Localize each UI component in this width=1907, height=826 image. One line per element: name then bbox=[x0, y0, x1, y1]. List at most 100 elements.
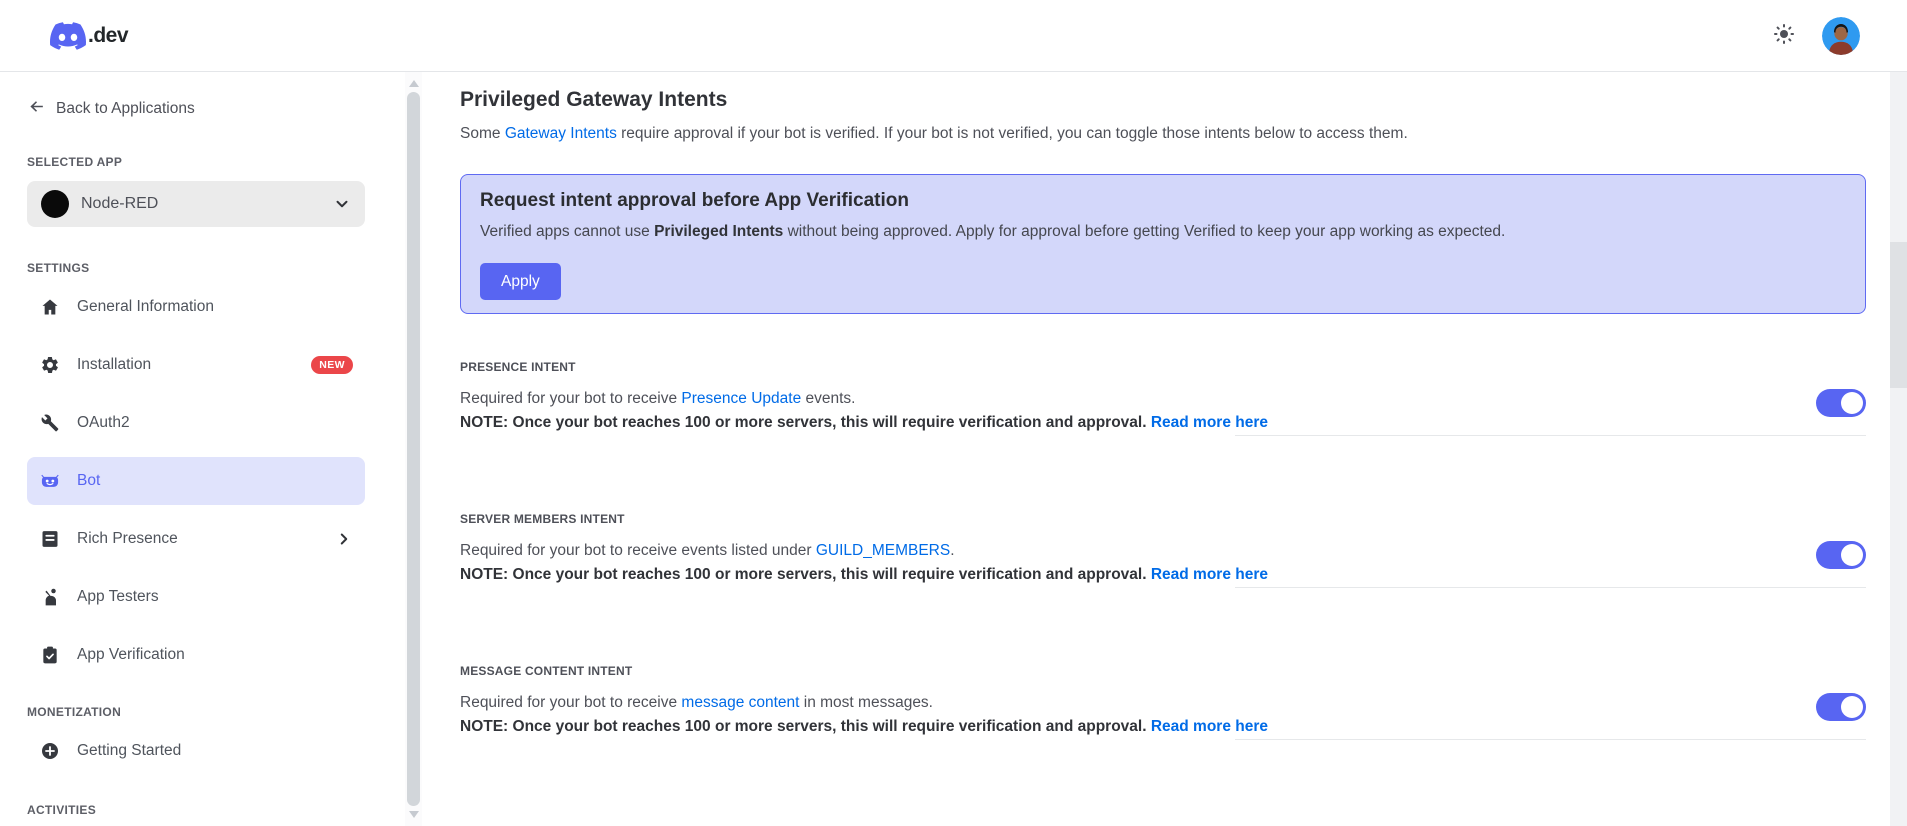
sidebar-scrollbar[interactable] bbox=[405, 72, 422, 826]
chevron-right-icon bbox=[335, 530, 353, 548]
activities-heading: ACTIVITIES bbox=[27, 803, 97, 817]
journal-icon bbox=[40, 529, 60, 549]
intent-approval-banner: Request intent approval before App Verif… bbox=[460, 174, 1866, 314]
sidebar-item-app-testers[interactable]: App Testers bbox=[27, 573, 365, 621]
text-segment: Required for your bot to receive bbox=[460, 694, 682, 711]
text-segment: Required for your bot to receive events … bbox=[460, 542, 816, 559]
selected-app-heading: SELECTED APP bbox=[27, 155, 123, 169]
sidebar-item-label: General Information bbox=[77, 298, 214, 315]
sidebar-item-app-verification[interactable]: App Verification bbox=[27, 631, 365, 679]
text-segment: Privileged Intents bbox=[654, 223, 784, 240]
main-content: Privileged Gateway Intents Some Gateway … bbox=[422, 72, 1890, 826]
text-segment: NOTE: Once your bot reaches 100 or more … bbox=[460, 414, 1151, 431]
app-avatar bbox=[41, 190, 69, 218]
text-segment: NOTE: Once your bot reaches 100 or more … bbox=[460, 718, 1151, 735]
inline-link[interactable]: Read more here bbox=[1151, 566, 1268, 583]
back-label: Back to Applications bbox=[56, 100, 195, 117]
sun-icon bbox=[1772, 22, 1796, 49]
text-segment: Required for your bot to receive bbox=[460, 390, 682, 407]
gear-icon bbox=[40, 355, 60, 375]
text-segment: in most messages. bbox=[799, 694, 933, 711]
user-avatar[interactable] bbox=[1822, 16, 1860, 55]
intent-note: NOTE: Once your bot reaches 100 or more … bbox=[460, 563, 1816, 587]
scrollbar-up-arrow[interactable] bbox=[408, 80, 419, 87]
intent-note: NOTE: Once your bot reaches 100 or more … bbox=[460, 411, 1816, 435]
app-selector-dropdown[interactable]: Node-RED bbox=[27, 181, 365, 227]
intent-description: Required for your bot to receive message… bbox=[460, 691, 1816, 715]
sidebar-item-general-information[interactable]: General Information bbox=[27, 283, 365, 331]
toggle-knob bbox=[1841, 392, 1863, 414]
sidebar: Back to Applications SELECTED APP Node-R… bbox=[0, 72, 405, 826]
inline-link[interactable]: Read more here bbox=[1151, 718, 1268, 735]
sidebar-item-label: OAuth2 bbox=[77, 414, 130, 431]
intro-text: Some Gateway Intents require approval if… bbox=[460, 122, 1866, 146]
sidebar-item-bot[interactable]: Bot bbox=[27, 457, 365, 505]
text-segment: Verified apps cannot use bbox=[480, 223, 655, 240]
apply-button[interactable]: Apply bbox=[480, 263, 561, 300]
back-to-applications-link[interactable]: Back to Applications bbox=[27, 97, 195, 121]
text-segment: . bbox=[950, 542, 955, 559]
top-header: .dev bbox=[0, 0, 1907, 72]
intent-toggle[interactable] bbox=[1816, 389, 1866, 417]
sidebar-item-oauth2[interactable]: OAuth2 bbox=[27, 399, 365, 447]
toggle-knob bbox=[1841, 696, 1863, 718]
divider bbox=[1235, 435, 1866, 436]
discord-logo-icon bbox=[50, 18, 86, 54]
text-segment: without being approved. Apply for approv… bbox=[783, 223, 1506, 240]
text-segment: NOTE: Once your bot reaches 100 or more … bbox=[460, 566, 1151, 583]
inline-link[interactable]: GUILD_MEMBERS bbox=[816, 542, 950, 559]
logo-text: .dev bbox=[88, 23, 129, 47]
sidebar-item-rich-presence[interactable]: Rich Presence bbox=[27, 515, 365, 563]
sidebar-item-label: App Testers bbox=[77, 588, 159, 605]
wrench-icon bbox=[40, 413, 60, 433]
intent-sections: PRESENCE INTENT Required for your bot to … bbox=[460, 360, 1866, 740]
text-segment: require approval if your bot is verified… bbox=[616, 125, 1408, 142]
theme-toggle-button[interactable] bbox=[1772, 22, 1796, 49]
banner-body: Verified apps cannot use Privileged Inte… bbox=[480, 221, 1846, 243]
clipboard-check-icon bbox=[40, 645, 60, 665]
intent-label: MESSAGE CONTENT INTENT bbox=[460, 664, 633, 678]
inline-link[interactable]: Read more here bbox=[1151, 414, 1268, 431]
scrollbar-down-arrow[interactable] bbox=[408, 811, 419, 818]
chevron-down-icon bbox=[333, 195, 351, 213]
divider bbox=[1235, 739, 1866, 740]
intent-section: PRESENCE INTENT Required for your bot to … bbox=[460, 360, 1866, 436]
sidebar-item-label: Getting Started bbox=[77, 742, 182, 759]
toggle-knob bbox=[1841, 544, 1863, 566]
sidebar-item-getting-started[interactable]: Getting Started bbox=[27, 727, 365, 775]
intent-section: SERVER MEMBERS INTENT Required for your b… bbox=[460, 512, 1866, 588]
page-title: Privileged Gateway Intents bbox=[460, 88, 728, 111]
intent-toggle[interactable] bbox=[1816, 693, 1866, 721]
page-scrollbar[interactable] bbox=[1890, 72, 1907, 826]
inline-link[interactable]: message content bbox=[681, 694, 799, 711]
intent-label: PRESENCE INTENT bbox=[460, 360, 576, 374]
home-icon bbox=[40, 297, 60, 317]
sidebar-item-label: Installation bbox=[77, 356, 152, 373]
sidebar-item-installation[interactable]: Installation NEW bbox=[27, 341, 365, 389]
banner-title: Request intent approval before App Verif… bbox=[480, 190, 909, 211]
sidebar-item-label: Bot bbox=[77, 472, 101, 489]
person-wave-icon bbox=[40, 587, 60, 607]
inline-link[interactable]: Gateway Intents bbox=[505, 125, 617, 142]
robot-icon bbox=[40, 471, 60, 491]
inline-link[interactable]: Presence Update bbox=[681, 390, 801, 407]
header-actions bbox=[1772, 16, 1860, 55]
sidebar-item-label: App Verification bbox=[77, 646, 185, 663]
page-scrollbar-thumb[interactable] bbox=[1890, 242, 1907, 388]
discord-dev-logo[interactable]: .dev bbox=[50, 18, 129, 54]
intent-description: Required for your bot to receive events … bbox=[460, 539, 1816, 563]
divider bbox=[1235, 587, 1866, 588]
monetization-nav: Getting Started bbox=[27, 727, 392, 775]
text-segment: Some bbox=[460, 125, 505, 142]
selected-app-name: Node-RED bbox=[81, 195, 159, 212]
monetization-heading: MONETIZATION bbox=[27, 705, 122, 719]
body-row: Back to Applications SELECTED APP Node-R… bbox=[0, 72, 1907, 826]
sidebar-item-label: Rich Presence bbox=[77, 530, 178, 547]
settings-heading: SETTINGS bbox=[27, 261, 90, 275]
plus-circle-icon bbox=[40, 741, 60, 761]
intent-toggle[interactable] bbox=[1816, 541, 1866, 569]
intent-label: SERVER MEMBERS INTENT bbox=[460, 512, 625, 526]
intent-section: MESSAGE CONTENT INTENT Required for your … bbox=[460, 664, 1866, 740]
sidebar-scrollbar-thumb[interactable] bbox=[407, 92, 420, 806]
settings-nav: General Information Installation NEW OAuth2… bbox=[27, 283, 392, 679]
